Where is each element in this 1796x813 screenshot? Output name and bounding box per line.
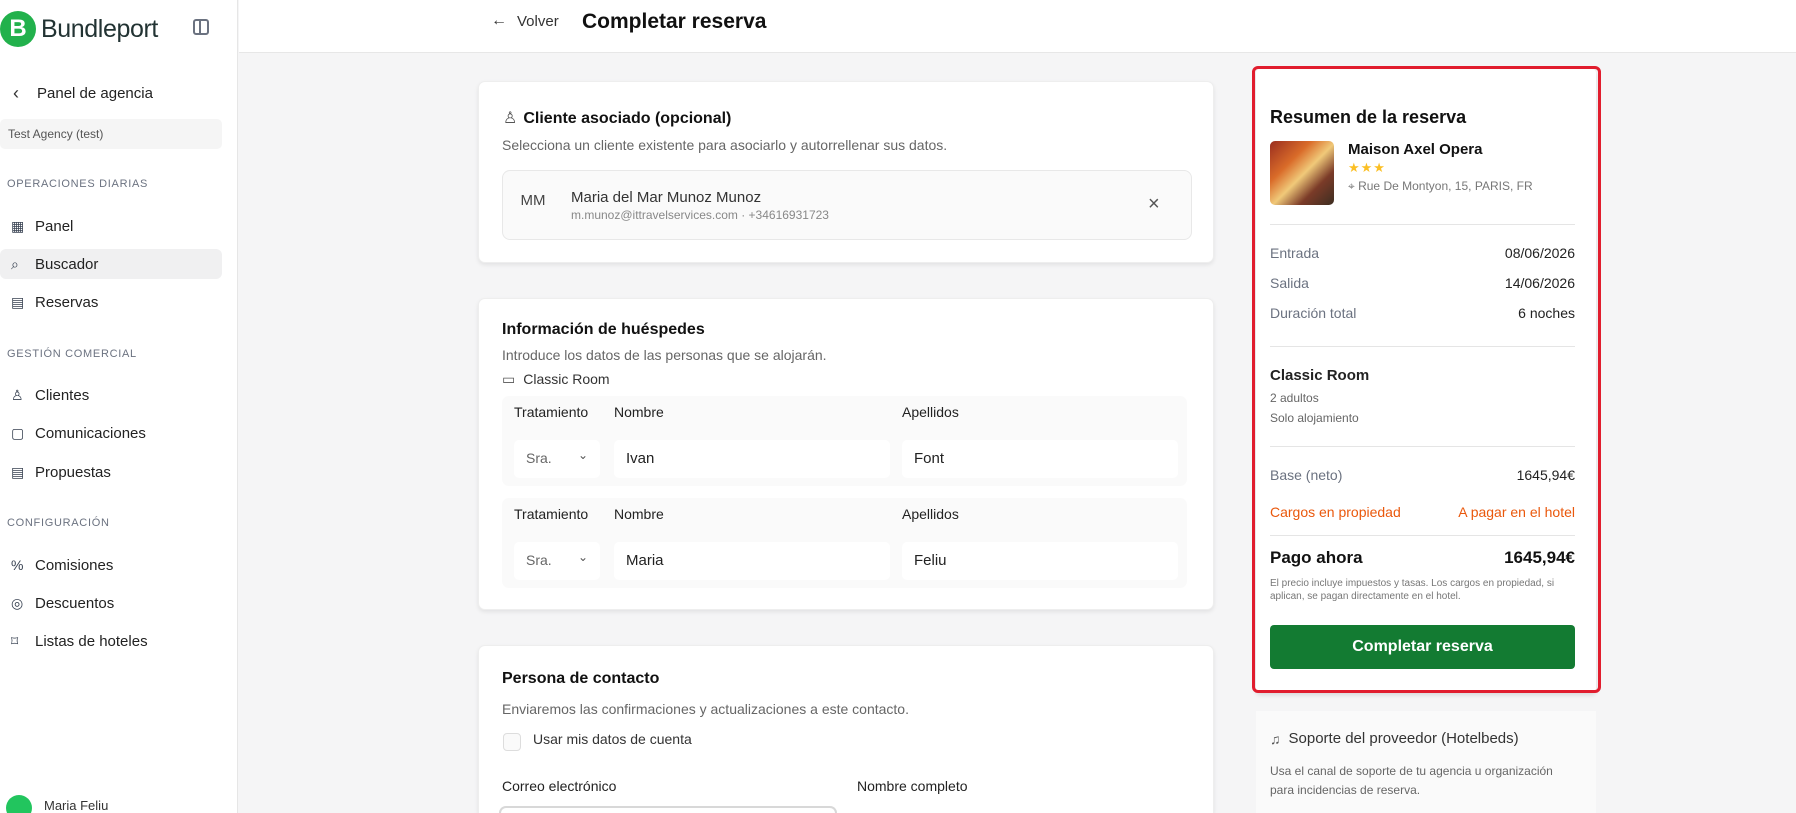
sidebar-item-buscador[interactable]: ⌕ Buscador (0, 249, 222, 279)
section-operaciones-title: OPERACIONES DIARIAS (7, 178, 149, 190)
back-button-label: Volver (517, 12, 559, 30)
email-field[interactable] (499, 806, 837, 813)
guest-row: Tratamiento Nombre Apellidos Sra. ⌄ Maria… (502, 498, 1187, 588)
first-name-input[interactable]: Maria (614, 542, 890, 580)
user-avatar[interactable] (6, 795, 32, 813)
client-name: Maria del Mar Munoz Munoz (571, 189, 762, 206)
user-name[interactable]: Maria Feliu (44, 798, 108, 813)
section-gestion-title: GESTIÓN COMERCIAL (7, 348, 137, 360)
treatment-select[interactable]: Sra. ⌄ (514, 542, 600, 580)
close-icon[interactable]: × (1148, 194, 1166, 214)
chevron-down-icon: ⌄ (577, 550, 588, 564)
page-title: Completar reserva (582, 10, 767, 33)
percent-icon: % (11, 557, 24, 573)
sidebar-toggle-icon[interactable] (193, 19, 209, 35)
summary-highlight-outline (1252, 66, 1601, 693)
provider-support-card: ♫ Soporte del proveedor (Hotelbeds) Usa e… (1256, 711, 1596, 813)
client-initials-avatar: MM (520, 192, 546, 209)
guests-description: Introduce los datos de las personas que … (502, 347, 827, 363)
sidebar-item-label: Buscador (35, 255, 99, 273)
treatment-value: Sra. (526, 552, 552, 568)
chevron-left-icon: ‹ (13, 82, 19, 103)
message-icon: ▢ (11, 424, 25, 441)
email-label: Correo electrónico (502, 778, 617, 794)
client-contact-meta: m.munoz@ittravelservices.com · +34616931… (571, 208, 829, 222)
name-label: Nombre (614, 404, 664, 420)
treatment-select[interactable]: Sra. ⌄ (514, 440, 600, 478)
client-association-card: ♙ Cliente asociado (opcional) Selecciona … (478, 81, 1214, 263)
sidebar-item-propuestas[interactable]: ▤ Propuestas (0, 457, 222, 487)
client-card-description: Selecciona un cliente existente para aso… (502, 137, 948, 153)
room-heading: ▭ Classic Room (502, 371, 610, 388)
selected-client[interactable]: MM Maria del Mar Munoz Munoz m.munoz@itt… (502, 170, 1192, 240)
room-name: Classic Room (523, 371, 610, 387)
top-bar: ← Volver Completar reserva (239, 0, 1796, 53)
sidebar-item-label: Listas de hoteles (35, 632, 148, 650)
use-account-checkbox[interactable] (503, 733, 521, 751)
calendar-icon: ▤ (11, 293, 25, 310)
support-title: ♫ Soporte del proveedor (Hotelbeds) (1270, 730, 1519, 747)
sidebar-item-label: Propuestas (35, 463, 111, 481)
agency-selector[interactable]: Test Agency (test) (0, 119, 222, 149)
search-icon: ⌕ (11, 255, 19, 272)
surname-input[interactable]: Font (902, 440, 1178, 478)
brand[interactable]: B Bundleport (0, 11, 158, 47)
panel-agency-back[interactable]: ‹ Panel de agencia (13, 82, 153, 104)
panel-agency-label: Panel de agencia (37, 84, 153, 102)
contact-title: Persona de contacto (502, 670, 660, 687)
sidebar-item-comisiones[interactable]: % Comisiones (0, 550, 222, 580)
treatment-label: Tratamiento (514, 404, 589, 420)
logo-mark: B (0, 11, 36, 47)
back-button[interactable]: ← Volver (491, 12, 559, 30)
headphones-icon: ♫ (1270, 730, 1281, 747)
arrow-left-icon: ← (491, 12, 507, 29)
sidebar-item-label: Panel (35, 217, 74, 235)
treatment-label: Tratamiento (514, 506, 589, 522)
sidebar-item-clientes[interactable]: ♙ Clientes (0, 380, 222, 410)
full-name-label: Nombre completo (857, 778, 968, 794)
bed-icon: ▭ (502, 371, 516, 387)
users-icon: ♙ (11, 386, 24, 403)
surname-label: Apellidos (902, 506, 959, 522)
sidebar: B Bundleport ‹ Panel de agencia Test Age… (0, 0, 238, 813)
sidebar-item-label: Clientes (35, 386, 90, 404)
chevron-down-icon: ⌄ (577, 448, 588, 462)
document-icon: ▤ (11, 463, 25, 480)
layout-grid-icon: ▦ (11, 217, 25, 234)
sidebar-item-label: Descuentos (35, 594, 115, 612)
support-title-text: Soporte del proveedor (Hotelbeds) (1288, 730, 1519, 747)
name-label: Nombre (614, 506, 664, 522)
contact-description: Enviaremos las confirmaciones y actualiz… (502, 701, 909, 717)
client-card-title-text: Cliente asociado (opcional) (523, 110, 732, 127)
section-configuracion-title: CONFIGURACIÓN (7, 517, 110, 529)
bookmark-icon: ⌑ (11, 632, 19, 649)
sidebar-item-comunicaciones[interactable]: ▢ Comunicaciones (0, 418, 222, 448)
guests-title: Información de huéspedes (502, 321, 705, 338)
client-card-title: ♙ Cliente asociado (opcional) (503, 108, 731, 128)
surname-label: Apellidos (902, 404, 959, 420)
sidebar-item-listas-hoteles[interactable]: ⌑ Listas de hoteles (0, 626, 222, 656)
sidebar-item-reservas[interactable]: ▤ Reservas (0, 287, 222, 317)
guest-row: Tratamiento Nombre Apellidos Sra. ⌄ Ivan … (502, 396, 1187, 486)
brand-name: Bundleport (41, 14, 158, 43)
discount-icon: ◎ (11, 594, 24, 611)
contact-card: Persona de contacto Enviaremos las confi… (478, 645, 1214, 813)
user-plus-icon: ♙ (503, 110, 518, 127)
sidebar-item-panel[interactable]: ▦ Panel (0, 211, 222, 241)
use-account-label[interactable]: Usar mis datos de cuenta (533, 731, 692, 747)
surname-input[interactable]: Feliu (902, 542, 1178, 580)
treatment-value: Sra. (526, 450, 552, 466)
first-name-input[interactable]: Ivan (614, 440, 890, 478)
sidebar-item-descuentos[interactable]: ◎ Descuentos (0, 588, 222, 618)
sidebar-item-label: Comunicaciones (35, 424, 146, 442)
guest-information-card: Información de huéspedes Introduce los d… (478, 298, 1214, 610)
sidebar-item-label: Comisiones (35, 556, 114, 574)
support-text: Usa el canal de soporte de tu agencia u … (1270, 764, 1553, 797)
sidebar-item-label: Reservas (35, 293, 99, 311)
